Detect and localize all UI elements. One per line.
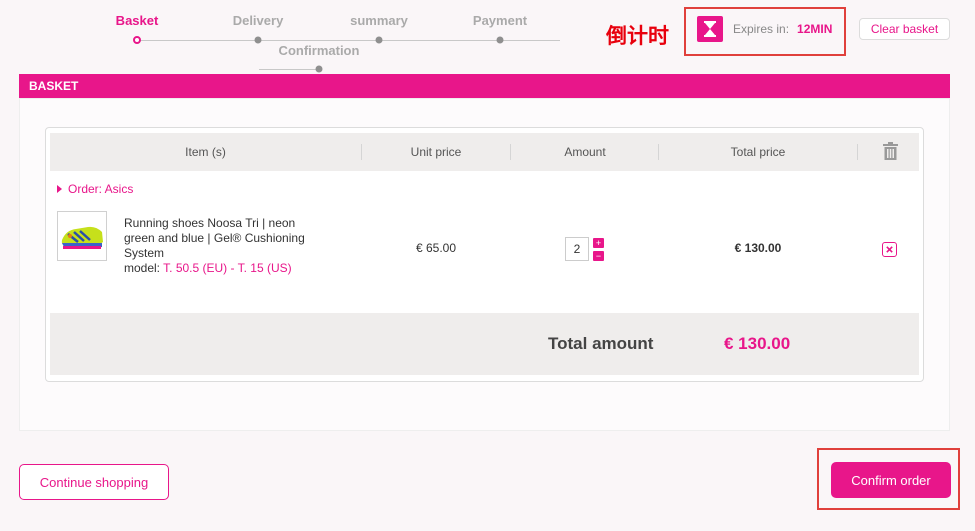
- order-group-toggle[interactable]: Order: Asics: [57, 182, 133, 196]
- clear-basket-button[interactable]: Clear basket: [859, 18, 950, 40]
- increase-quantity-button[interactable]: +: [593, 238, 604, 248]
- step-dot-delivery: [254, 36, 262, 44]
- row-total-price: € 130.00: [734, 241, 782, 255]
- expires-label: Expires in:: [733, 22, 790, 36]
- quantity-input[interactable]: 2: [565, 237, 589, 261]
- total-amount-label: Total amount: [548, 334, 654, 353]
- step-summary[interactable]: summary: [350, 13, 408, 28]
- confirm-order-button[interactable]: Confirm order: [831, 462, 951, 498]
- column-divider: [857, 144, 858, 160]
- basket-title: BASKET: [19, 74, 950, 98]
- countdown-annotation: 倒计时: [606, 24, 669, 48]
- step-payment[interactable]: Payment: [473, 13, 527, 28]
- total-amount-value: € 130.00: [724, 334, 791, 353]
- step-basket[interactable]: Basket: [116, 13, 159, 28]
- continue-shopping-button[interactable]: Continue shopping: [19, 464, 169, 500]
- expiry-timer: Expires in: 12MIN: [697, 15, 832, 43]
- column-items: Item (s): [185, 145, 226, 159]
- decrease-quantity-button[interactable]: −: [593, 251, 604, 261]
- model-label: model:: [124, 261, 161, 275]
- caret-right-icon: [57, 185, 62, 193]
- column-unit-price: Unit price: [410, 145, 462, 159]
- order-label: Order: Asics: [68, 182, 134, 196]
- column-total-price: Total price: [730, 145, 786, 159]
- hourglass-icon: [697, 16, 723, 42]
- column-amount: Amount: [564, 145, 606, 159]
- unit-price: € 65.00: [415, 241, 457, 255]
- trash-icon[interactable]: [883, 142, 898, 165]
- step-dot-basket: [133, 36, 141, 44]
- steps-line-2: [259, 69, 321, 70]
- step-dot-summary: [375, 36, 383, 44]
- step-dot-confirmation: [315, 65, 323, 73]
- step-delivery[interactable]: Delivery: [233, 13, 284, 28]
- product-model: model: T. 50.5 (EU) - T. 15 (US): [124, 261, 292, 275]
- model-value: T. 50.5 (EU) - T. 15 (US): [163, 261, 292, 275]
- product-thumbnail[interactable]: [57, 211, 107, 261]
- step-dot-payment: [496, 36, 504, 44]
- product-name[interactable]: Running shoes Noosa Tri | neon green and…: [124, 216, 324, 261]
- step-confirmation[interactable]: Confirmation: [279, 43, 360, 58]
- expires-value: 12MIN: [797, 22, 833, 36]
- remove-item-icon[interactable]: [882, 242, 897, 257]
- table-header: Item (s) Unit price Amount Total price: [50, 133, 919, 171]
